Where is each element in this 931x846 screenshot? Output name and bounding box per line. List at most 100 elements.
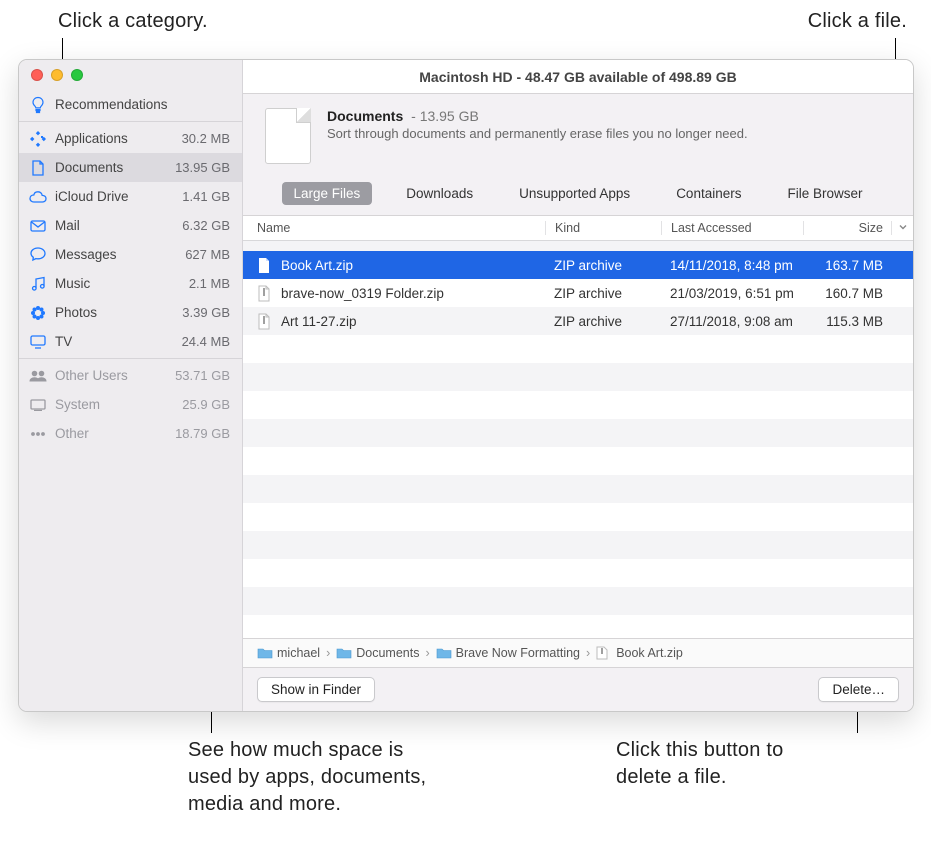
sidebar: Recommendations Applications 30.2 MB Doc… [19, 60, 243, 711]
file-name: Book Art.zip [281, 258, 353, 273]
list-empty-row [243, 587, 913, 615]
file-size: 160.7 MB [803, 286, 913, 301]
sidebar-item-label: Music [55, 276, 189, 291]
sidebar-item-label: TV [55, 334, 182, 349]
header-text: Documents - 13.95 GB Sort through docume… [327, 108, 748, 141]
document-thumbnail-icon [265, 108, 311, 164]
zip-icon [257, 313, 271, 330]
sidebar-item-size: 18.79 GB [175, 426, 230, 441]
maximize-button[interactable] [71, 69, 83, 81]
applications-icon [27, 131, 49, 147]
sidebar-item-mail[interactable]: Mail 6.32 GB [19, 211, 242, 240]
delete-button[interactable]: Delete… [818, 677, 899, 702]
sidebar-item-size: 3.39 GB [182, 305, 230, 320]
header-title: Documents [327, 108, 403, 124]
tabs: Large Files Downloads Unsupported Apps C… [243, 180, 913, 215]
folder-icon [257, 647, 273, 659]
column-date[interactable]: Last Accessed [661, 221, 803, 235]
close-button[interactable] [31, 69, 43, 81]
tab-downloads[interactable]: Downloads [394, 182, 485, 205]
list-empty-row [243, 363, 913, 391]
table-row[interactable]: Book Art.zip ZIP archive 14/11/2018, 8:4… [243, 251, 913, 279]
tab-large-files[interactable]: Large Files [282, 182, 373, 205]
file-date: 14/11/2018, 8:48 pm [661, 258, 803, 273]
file-kind: ZIP archive [545, 314, 661, 329]
folder-icon [336, 647, 352, 659]
sidebar-list: Recommendations Applications 30.2 MB Doc… [19, 88, 242, 448]
mail-icon [27, 220, 49, 232]
list-empty-row [243, 615, 913, 638]
tab-unsupported-apps[interactable]: Unsupported Apps [507, 182, 642, 205]
callout-top-left: Click a category. [58, 10, 208, 33]
users-icon [27, 370, 49, 382]
sidebar-divider [19, 121, 242, 122]
column-kind[interactable]: Kind [545, 221, 661, 235]
header-size: 13.95 GB [420, 108, 479, 124]
sidebar-item-label: System [55, 397, 182, 412]
column-name[interactable]: Name [257, 221, 545, 235]
sidebar-item-size: 13.95 GB [175, 160, 230, 175]
sidebar-item-documents[interactable]: Documents 13.95 GB [19, 153, 242, 182]
sidebar-item-photos[interactable]: Photos 3.39 GB [19, 298, 242, 327]
table-row[interactable]: Art 11-27.zip ZIP archive 27/11/2018, 9:… [243, 307, 913, 335]
window-title: Macintosh HD - 48.47 GB available of 498… [243, 60, 913, 93]
file-name: brave-now_0319 Folder.zip [281, 286, 444, 301]
folder-icon [436, 647, 452, 659]
sidebar-item-label: Other [55, 426, 175, 441]
list-empty-row [243, 503, 913, 531]
sidebar-item-size: 1.41 GB [182, 189, 230, 204]
file-kind: ZIP archive [545, 286, 661, 301]
list-empty-row [243, 559, 913, 587]
sidebar-item-size: 6.32 GB [182, 218, 230, 233]
other-icon [27, 431, 49, 437]
sidebar-item-applications[interactable]: Applications 30.2 MB [19, 124, 242, 153]
show-in-finder-button[interactable]: Show in Finder [257, 677, 375, 702]
list-empty-row [243, 447, 913, 475]
sidebar-item-music[interactable]: Music 2.1 MB [19, 269, 242, 298]
list-empty-row [243, 335, 913, 363]
column-size[interactable]: Size [803, 221, 891, 235]
sidebar-item-tv[interactable]: TV 24.4 MB [19, 327, 242, 356]
window-controls [19, 60, 242, 88]
sidebar-item-icloud[interactable]: iCloud Drive 1.41 GB [19, 182, 242, 211]
callout-bottom-right: Click this button to delete a file. [616, 737, 836, 791]
sidebar-item-size: 2.1 MB [189, 276, 230, 291]
path-segment[interactable]: Book Art.zip [616, 646, 683, 660]
tab-file-browser[interactable]: File Browser [775, 182, 874, 205]
file-icon [257, 257, 271, 274]
chevron-right-icon: › [425, 646, 429, 660]
callout-bottom-left: See how much space is used by apps, docu… [188, 737, 448, 818]
sidebar-item-other-users[interactable]: Other Users 53.71 GB [19, 361, 242, 390]
sidebar-item-label: Mail [55, 218, 182, 233]
file-size: 115.3 MB [803, 314, 913, 329]
column-headers[interactable]: Name Kind Last Accessed Size [243, 216, 913, 241]
sidebar-item-system[interactable]: System 25.9 GB [19, 390, 242, 419]
callout-line [857, 710, 858, 733]
path-segment[interactable]: Brave Now Formatting [456, 646, 580, 660]
tab-containers[interactable]: Containers [664, 182, 753, 205]
messages-icon [27, 247, 49, 262]
list-spacer [243, 241, 913, 251]
path-segment[interactable]: michael [277, 646, 320, 660]
path-segment[interactable]: Documents [356, 646, 419, 660]
path-bar[interactable]: michael › Documents › Brave Now Formatti… [243, 638, 913, 667]
sidebar-item-label: Messages [55, 247, 185, 262]
sidebar-item-other[interactable]: Other 18.79 GB [19, 419, 242, 448]
list-empty-row [243, 391, 913, 419]
header-box: Documents - 13.95 GB Sort through docume… [243, 93, 913, 216]
storage-management-window: Recommendations Applications 30.2 MB Doc… [18, 59, 914, 712]
sidebar-item-messages[interactable]: Messages 627 MB [19, 240, 242, 269]
sidebar-item-label: Photos [55, 305, 182, 320]
minimize-button[interactable] [51, 69, 63, 81]
table-row[interactable]: brave-now_0319 Folder.zip ZIP archive 21… [243, 279, 913, 307]
tv-icon [27, 335, 49, 349]
column-chevron-icon[interactable] [891, 221, 913, 235]
chevron-right-icon: › [326, 646, 330, 660]
sidebar-item-recommendations[interactable]: Recommendations [19, 90, 242, 119]
sidebar-item-label: Other Users [55, 368, 175, 383]
sidebar-item-label: Applications [55, 131, 182, 146]
footer: Show in Finder Delete… [243, 667, 913, 711]
file-list: Book Art.zip ZIP archive 14/11/2018, 8:4… [243, 241, 913, 638]
list-empty-row [243, 475, 913, 503]
chevron-right-icon: › [586, 646, 590, 660]
